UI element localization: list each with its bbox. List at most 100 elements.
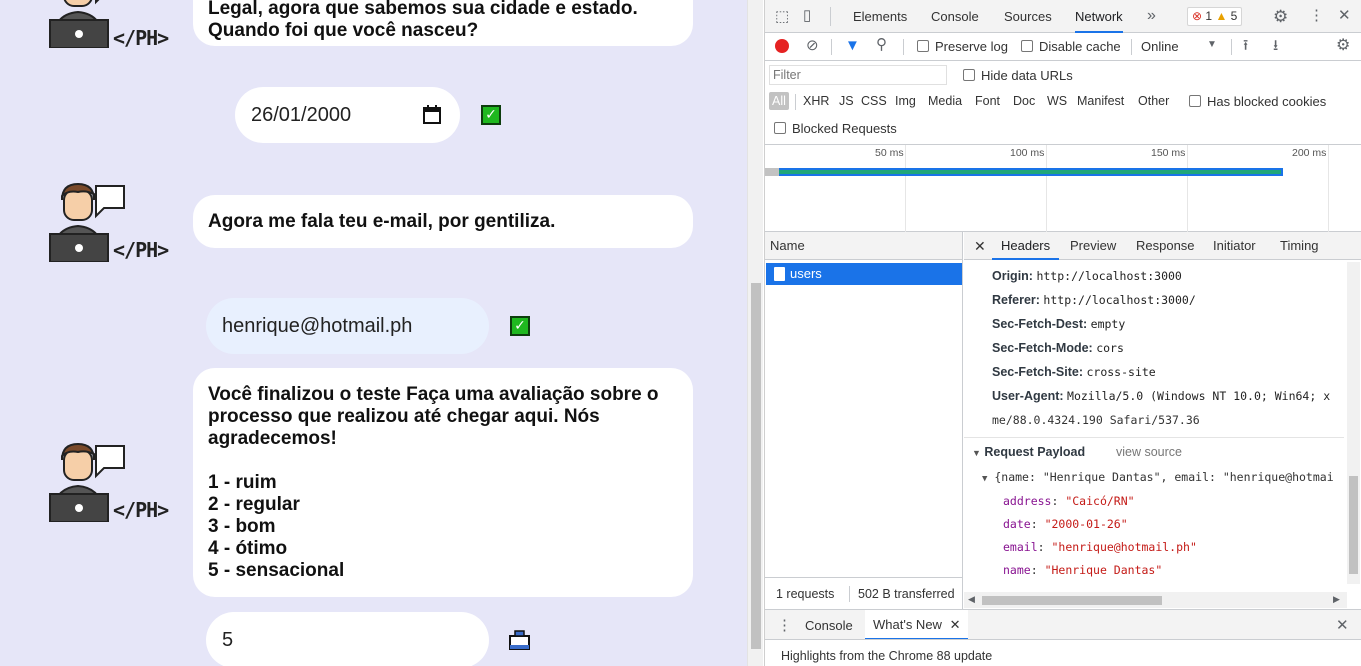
type-filter-ws[interactable]: WS xyxy=(1047,94,1067,108)
network-settings-icon[interactable]: ⚙ xyxy=(1336,38,1350,54)
payload-field-email: email: "henrique@hotmail.ph" xyxy=(1003,540,1197,554)
scroll-left-icon[interactable]: ◀ xyxy=(968,595,975,604)
issues-badge[interactable]: ⊗ 1 ▲ 5 xyxy=(1187,7,1243,26)
network-overview-timeline[interactable]: 50 ms 100 ms 150 ms 200 ms xyxy=(765,145,1361,232)
message-line: Agora me fala teu e-mail, por gentiliza. xyxy=(208,211,556,232)
import-har-icon[interactable]: ⭱ xyxy=(1243,38,1248,53)
network-summary: 1 requests 502 B transferred xyxy=(765,577,963,609)
chat-app: </PH> Legal, agora que sabemos sua cidad… xyxy=(0,0,747,666)
scrollbar-thumb[interactable] xyxy=(1349,476,1358,574)
record-icon[interactable] xyxy=(775,39,789,53)
tab-headers[interactable]: Headers xyxy=(992,232,1060,260)
date-value: 26/01/2000 xyxy=(251,103,352,126)
disable-cache-label: Disable cache xyxy=(1039,39,1121,54)
close-detail-icon[interactable]: ✕ xyxy=(974,232,986,260)
filter-placeholder: Filter xyxy=(773,68,801,82)
request-payload-header[interactable]: ▼ Request Payload view source xyxy=(972,445,1182,459)
expand-triangle-icon: ▼ xyxy=(972,448,981,458)
tab-response[interactable]: Response xyxy=(1136,232,1195,260)
tab-elements[interactable]: Elements xyxy=(853,0,907,33)
tab-timing[interactable]: Timing xyxy=(1280,232,1319,260)
request-list: Name users 1 requests 502 B transferred xyxy=(765,232,963,609)
close-tab-icon[interactable]: ✕ xyxy=(950,617,961,632)
tab-preview[interactable]: Preview xyxy=(1070,232,1116,260)
rating-option: 3 - bom xyxy=(208,516,276,537)
date-answer-field[interactable]: 26/01/2000 xyxy=(235,87,460,143)
type-filter-other[interactable]: Other xyxy=(1138,94,1169,108)
warning-count: 5 xyxy=(1230,9,1238,23)
name-column-header[interactable]: Name xyxy=(765,232,962,260)
message-line: Você finalizou o teste Faça uma avaliaçã… xyxy=(208,384,659,405)
clear-icon[interactable]: ⊘ xyxy=(806,38,819,53)
search-icon[interactable]: ⚲ xyxy=(876,37,887,52)
scrollbar-thumb[interactable] xyxy=(982,596,1162,605)
rating-option: 4 - ótimo xyxy=(208,538,288,559)
type-filter-media[interactable]: Media xyxy=(928,94,962,108)
type-filter-css[interactable]: CSS xyxy=(861,94,887,108)
settings-gear-icon[interactable]: ⚙ xyxy=(1273,8,1288,25)
calendar-icon[interactable] xyxy=(422,105,442,125)
timeline-tick: 50 ms xyxy=(875,147,904,159)
device-toolbar-icon[interactable]: ▯ xyxy=(803,8,811,23)
filter-input[interactable]: Filter xyxy=(769,65,947,85)
disable-cache-checkbox[interactable] xyxy=(1021,40,1033,52)
message-line: agradecemos! xyxy=(208,428,337,449)
type-filter-font[interactable]: Font xyxy=(975,94,1000,108)
payload-field-date: date: "2000-01-26" xyxy=(1003,517,1128,531)
header-referer: Referer: http://localhost:3000/ xyxy=(992,293,1196,307)
scrollbar-thumb[interactable] xyxy=(751,283,761,649)
type-filter-xhr[interactable]: XHR xyxy=(803,94,829,108)
preserve-log-checkbox[interactable] xyxy=(917,40,929,52)
type-filter-js[interactable]: JS xyxy=(839,94,854,108)
whats-new-content: Highlights from the Chrome 88 update xyxy=(765,639,1361,666)
timeline-tick: 200 ms xyxy=(1292,147,1327,159)
bot-message-bubble: Agora me fala teu e-mail, por gentiliza. xyxy=(193,195,693,248)
detail-vertical-scrollbar[interactable] xyxy=(1347,262,1360,584)
rating-answer-field[interactable]: 5 xyxy=(206,612,489,666)
type-filter-manifest[interactable]: Manifest xyxy=(1077,94,1124,108)
filter-funnel-icon[interactable]: ▼ xyxy=(845,38,860,53)
has-blocked-cookies-checkbox[interactable] xyxy=(1189,95,1201,107)
inspect-element-icon[interactable]: ⬚ xyxy=(775,9,789,24)
request-count: 1 requests xyxy=(776,587,835,601)
whats-new-headline: Highlights from the Chrome 88 update xyxy=(781,649,993,663)
payload-summary[interactable]: ▼ {name: "Henrique Dantas", email: "henr… xyxy=(982,470,1347,484)
preserve-log-label: Preserve log xyxy=(935,39,1008,54)
type-filter-all[interactable]: All xyxy=(769,92,789,110)
tab-sources[interactable]: Sources xyxy=(1004,0,1052,33)
close-drawer-icon[interactable]: ✕ xyxy=(1336,618,1349,633)
check-icon: ✓ xyxy=(481,105,501,125)
page-scrollbar[interactable] xyxy=(747,0,763,666)
detail-horizontal-scrollbar[interactable]: ◀ ▶ xyxy=(964,592,1347,608)
blocked-requests-checkbox[interactable] xyxy=(774,122,786,134)
tab-network[interactable]: Network xyxy=(1075,0,1123,33)
drawer-tab-whats-new[interactable]: What's New ✕ xyxy=(865,610,969,640)
scroll-right-icon[interactable]: ▶ xyxy=(1333,595,1340,604)
drawer-menu-icon[interactable]: ⋮ xyxy=(777,618,792,633)
dropdown-arrow-icon[interactable]: ▼ xyxy=(1207,40,1217,50)
error-count: 1 xyxy=(1205,9,1213,23)
header-origin: Origin: http://localhost:3000 xyxy=(992,269,1182,283)
more-tabs-icon[interactable]: » xyxy=(1147,8,1156,24)
close-devtools-icon[interactable]: ✕ xyxy=(1338,8,1351,23)
request-name: users xyxy=(790,266,822,281)
header-user-agent-cont: me/88.0.4324.190 Safari/537.36 xyxy=(992,413,1200,427)
type-filter-img[interactable]: Img xyxy=(895,94,916,108)
throttling-select[interactable]: Online xyxy=(1141,39,1179,54)
export-har-icon[interactable]: ⭳ xyxy=(1273,38,1278,53)
tab-initiator[interactable]: Initiator xyxy=(1213,232,1256,260)
tab-console[interactable]: Console xyxy=(931,0,979,33)
request-row-users[interactable]: users xyxy=(766,263,962,285)
transferred-size: 502 B transferred xyxy=(858,587,955,601)
payload-field-address: address: "Caicó/RN" xyxy=(1003,494,1135,508)
type-filter-doc[interactable]: Doc xyxy=(1013,94,1035,108)
rating-value: 5 xyxy=(222,628,234,651)
drawer-tab-console[interactable]: Console xyxy=(805,618,853,633)
hide-data-urls-checkbox[interactable] xyxy=(963,69,975,81)
header-sec-fetch-dest: Sec-Fetch-Dest: empty xyxy=(992,317,1126,331)
view-source-link[interactable]: view source xyxy=(1116,445,1182,459)
email-answer-field[interactable]: henrique@hotmail.ph xyxy=(206,298,489,354)
send-icon[interactable] xyxy=(509,629,531,651)
header-user-agent: User-Agent: Mozilla/5.0 (Windows NT 10.0… xyxy=(992,389,1331,403)
kebab-menu-icon[interactable]: ⋮ xyxy=(1309,8,1324,23)
